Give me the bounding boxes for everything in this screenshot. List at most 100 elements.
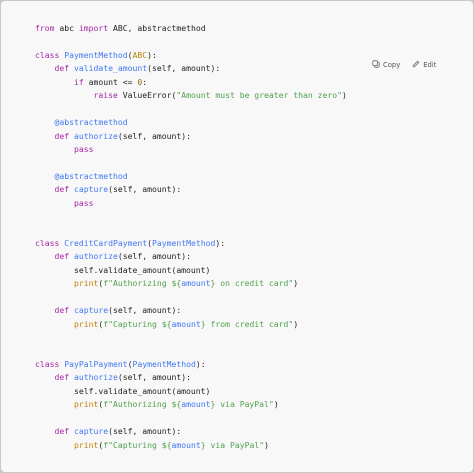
code-token: capture — [74, 426, 109, 437]
code-token: import — [78, 23, 109, 33]
code-line: def capture(self, amount): — [35, 304, 347, 317]
code-token: ) — [293, 318, 299, 329]
copy-label: Copy — [383, 61, 401, 69]
code-token: print — [73, 439, 99, 450]
code-line: class PaymentMethod(ABC): — [35, 49, 347, 62]
code-line: from abc import ABC, abstractmethod — [35, 22, 347, 35]
code-token: authorize — [74, 372, 118, 383]
code-token: def — [54, 251, 70, 262]
code-token: def — [54, 426, 70, 437]
code-line: if amount <= 0: — [35, 76, 347, 89]
code-token: validate_amount — [74, 63, 148, 74]
code-token: PaymentMethod — [151, 238, 216, 248]
code-token: } via PayPal" — [210, 399, 274, 410]
code-line: pass — [35, 197, 347, 210]
code-toolbar: Copy Edit — [372, 60, 436, 70]
code-block: Copy Edit from abc import ABC, abstractm… — [1, 1, 473, 472]
code-token: print — [73, 278, 99, 289]
code-token: f"Authorizing ${ — [103, 399, 182, 410]
code-token: } via PayPal" — [200, 439, 265, 450]
code-token: abc — [54, 23, 79, 33]
code-token: @abstractmethod — [54, 170, 128, 181]
code-token: self.validate_amount(amount) — [35, 264, 211, 275]
edit-button[interactable]: Edit — [412, 60, 436, 70]
code-token: self.validate_amount(amount) — [35, 385, 211, 396]
code-line: raise ValueError("Amount must be greater… — [35, 89, 347, 102]
code-token: amount — [181, 278, 211, 289]
code-line: def authorize(self, amount): — [35, 130, 347, 143]
code-token: class — [35, 358, 60, 369]
copy-button[interactable]: Copy — [372, 60, 400, 70]
code-token: ): — [215, 238, 226, 248]
code-token: if — [73, 76, 84, 87]
code-token: } from credit card" — [200, 318, 294, 329]
code-token: pass — [73, 197, 94, 208]
code-token: class — [35, 49, 60, 60]
code-token: amount — [181, 399, 211, 410]
code-token: "Amount must be greater than zero" — [176, 90, 343, 101]
code-line: def capture(self, amount): — [35, 425, 347, 438]
code-token: ) — [293, 278, 299, 289]
code-line: @abstractmethod — [35, 116, 347, 129]
code-token: ): — [147, 49, 157, 60]
copy-icon — [372, 60, 380, 70]
code-token: : — [142, 76, 148, 87]
code-token: ) — [342, 90, 347, 101]
code-line: print(f"Capturing ${amount} from credit … — [35, 318, 347, 331]
code-token: PayPalPayment — [64, 358, 128, 369]
code-content: from abc import ABC, abstractmethod clas… — [35, 22, 347, 452]
code-token: def — [54, 130, 70, 141]
code-token: (self, amount): — [108, 305, 182, 316]
code-token: authorize — [74, 251, 118, 262]
code-token: CreditCardPayment — [64, 238, 148, 248]
code-token: def — [54, 372, 70, 383]
code-token: print — [73, 399, 99, 410]
code-token: capture — [74, 305, 109, 316]
code-token: amount — [171, 439, 201, 450]
code-token: class — [35, 238, 60, 248]
code-line: def validate_amount(self, amount): — [35, 62, 347, 75]
edit-label: Edit — [423, 61, 437, 69]
code-token: ) — [264, 439, 269, 450]
code-token: f"Capturing ${ — [103, 318, 172, 329]
code-line: print(f"Authorizing ${amount} on credit … — [35, 277, 347, 290]
code-line: def capture(self, amount): — [35, 183, 347, 196]
code-token: amount — [171, 318, 201, 329]
code-token: amount <= — [83, 76, 138, 87]
code-line: self.validate_amount(amount) — [35, 385, 347, 398]
code-token: (self, amount): — [117, 372, 191, 383]
code-token: (self, amount): — [108, 184, 182, 195]
code-token: authorize — [74, 130, 118, 141]
code-token: f"Authorizing ${ — [103, 278, 182, 289]
code-token: ValueError( — [117, 90, 177, 101]
code-line: class CreditCardPayment(PaymentMethod): — [35, 237, 347, 250]
code-token: raise — [93, 90, 118, 101]
code-token: (self, amount): — [147, 63, 221, 74]
code-line: print(f"Capturing ${amount} via PayPal") — [35, 439, 347, 452]
code-token: (self, amount): — [117, 130, 191, 141]
code-line: def authorize(self, amount): — [35, 371, 347, 384]
